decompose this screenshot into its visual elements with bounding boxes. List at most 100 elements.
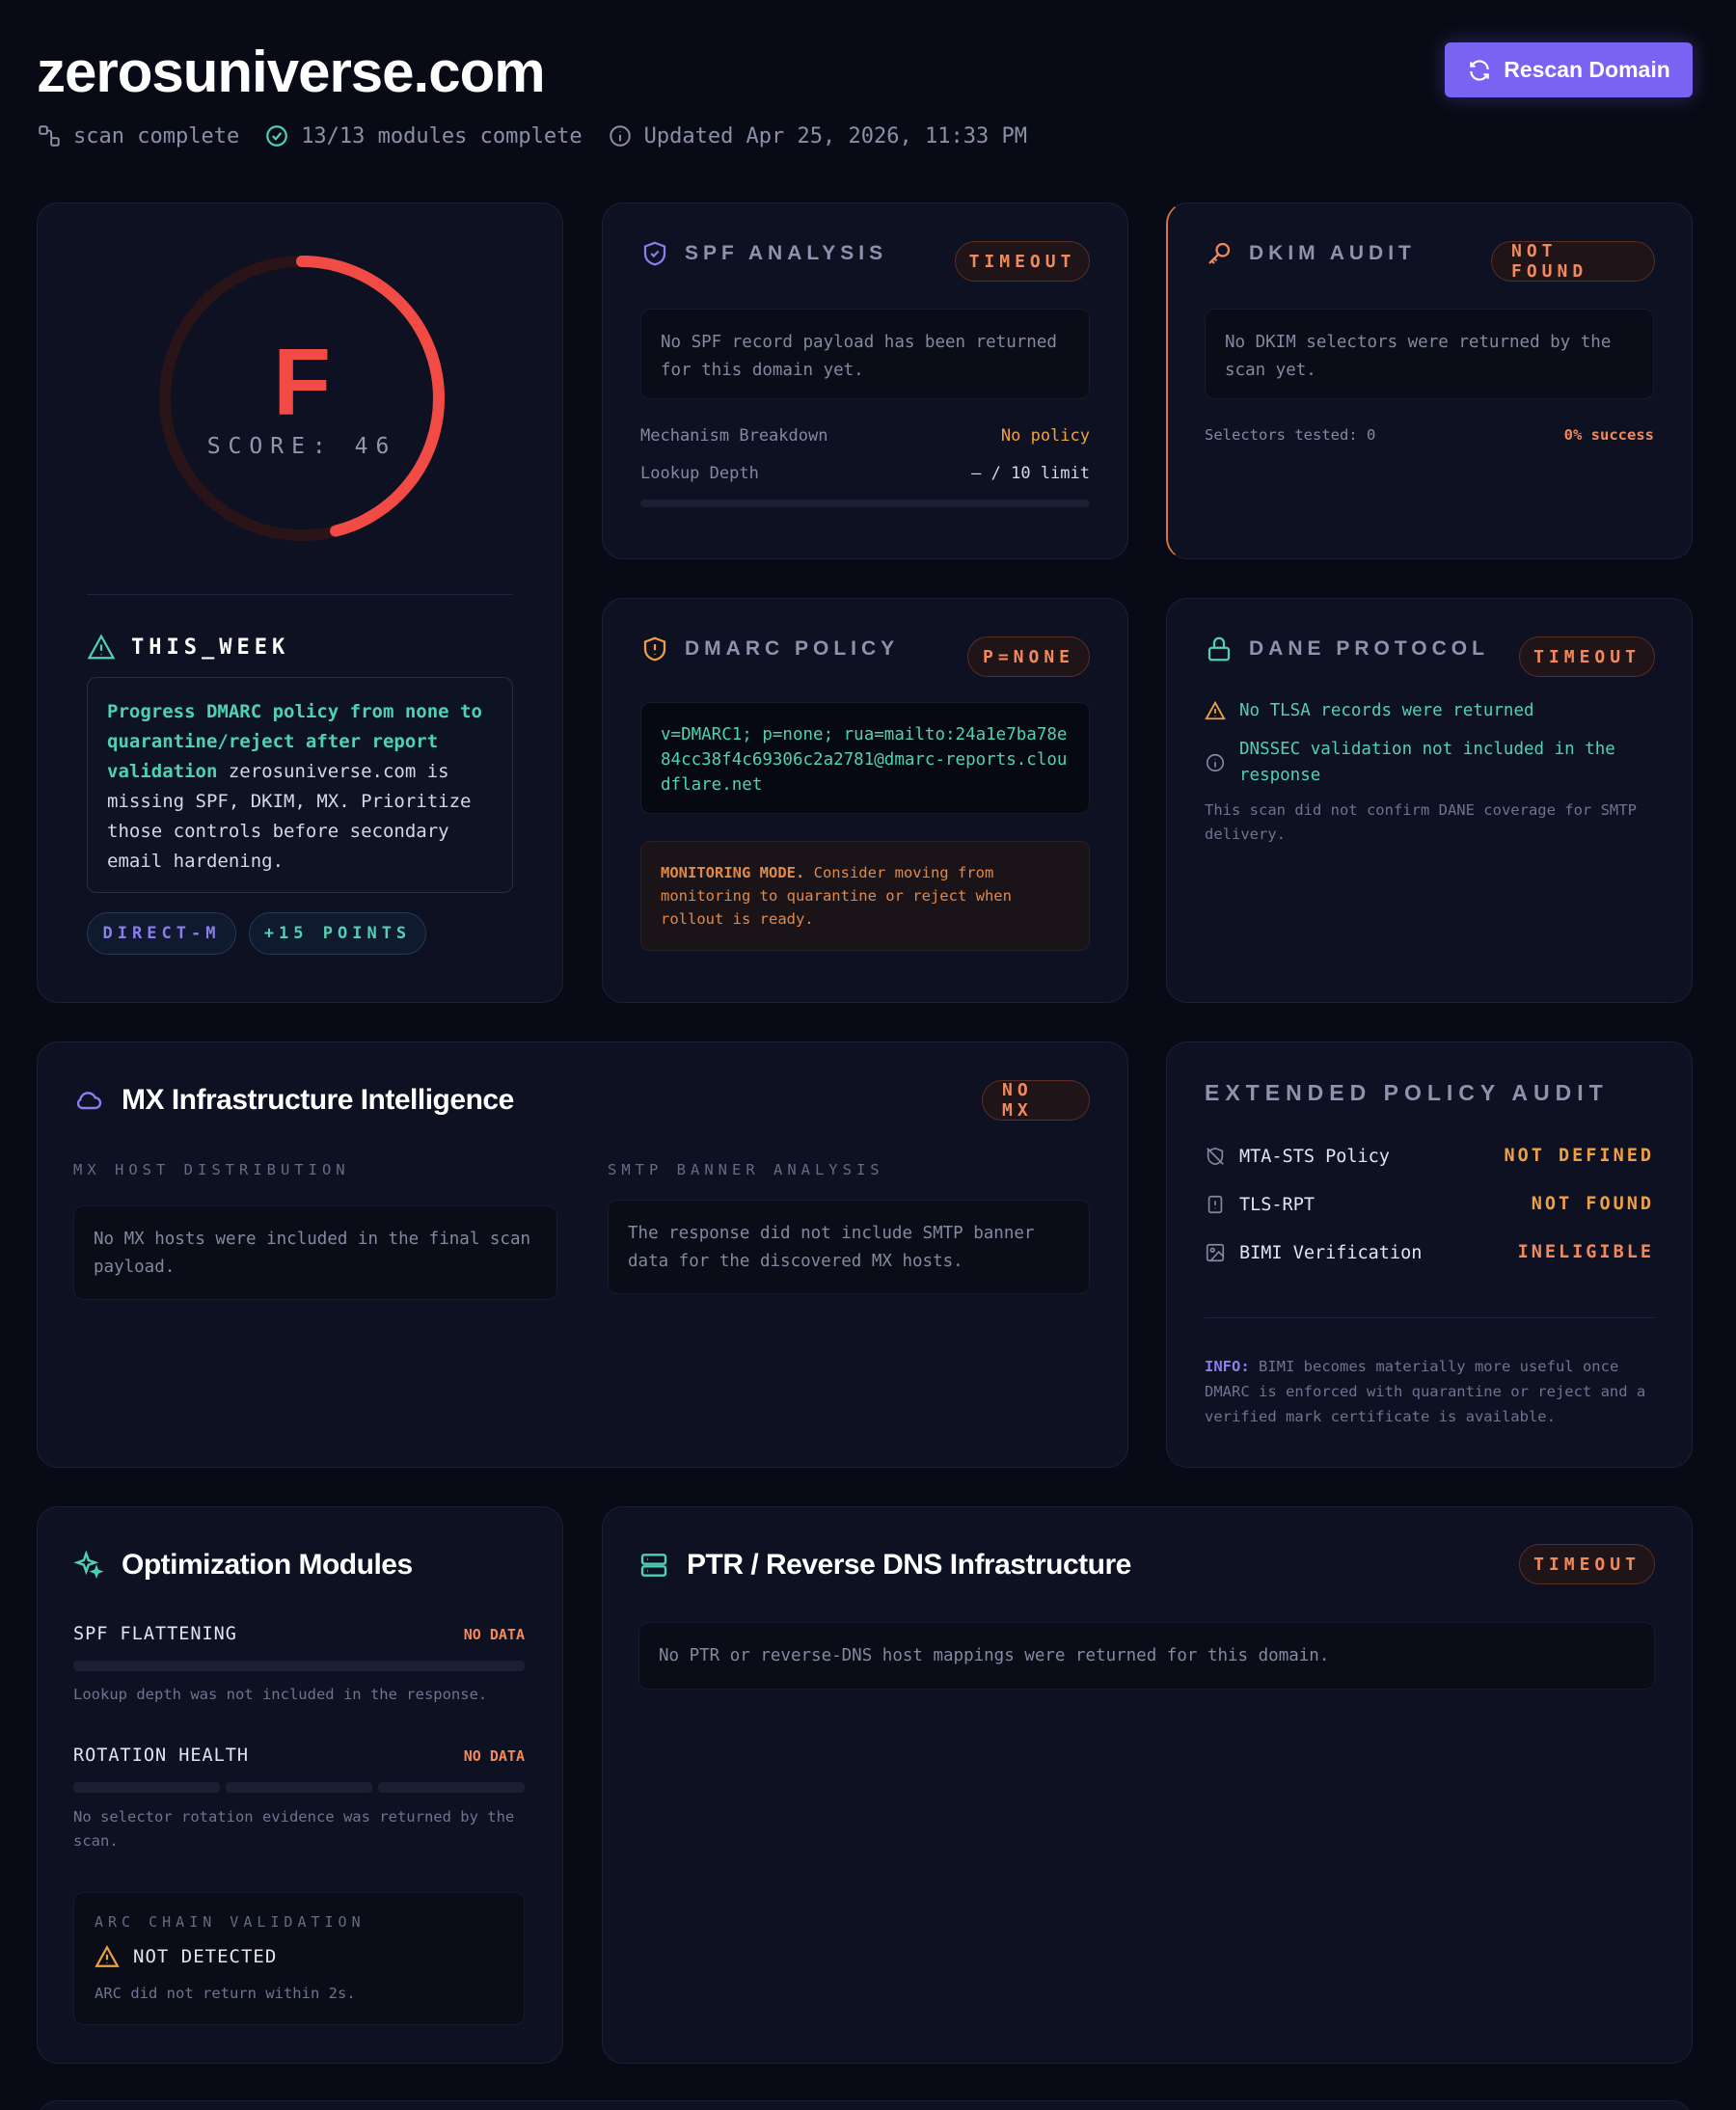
rotation-health-label: ROTATION HEALTH bbox=[73, 1745, 250, 1766]
tls-rpt-value: NOT FOUND bbox=[1531, 1194, 1654, 1214]
rotation-bar-1 bbox=[73, 1782, 220, 1793]
dkim-success: 0% success bbox=[1563, 426, 1654, 444]
spf-mechanism-value: No policy bbox=[1000, 426, 1090, 446]
dkim-title: DKIM AUDIT bbox=[1249, 242, 1416, 264]
spf-lookup-row: Lookup Depth — / 10 limit bbox=[640, 464, 1090, 483]
modules-status-text: 13/13 modules complete bbox=[301, 123, 583, 149]
mx-header: MX Infrastructure Intelligence bbox=[73, 1084, 514, 1117]
cloud-icon bbox=[76, 1092, 102, 1110]
extended-item-tls-rpt: TLS-RPT NOT FOUND bbox=[1205, 1194, 1654, 1215]
this-week-header: THIS_WEEK bbox=[87, 633, 289, 662]
scan-meta: scan complete 13/13 modules complete Upd… bbox=[37, 123, 1027, 149]
spf-mechanism-row: Mechanism Breakdown No policy bbox=[640, 426, 1090, 446]
server-icon bbox=[640, 1554, 667, 1577]
mx-banner-label: SMTP BANNER ANALYSIS bbox=[608, 1161, 884, 1178]
spf-mechanism-label: Mechanism Breakdown bbox=[640, 426, 828, 446]
dane-title: DANE PROTOCOL bbox=[1249, 637, 1489, 660]
spf-lookup-label: Lookup Depth bbox=[640, 464, 759, 483]
modules-status: 13/13 modules complete bbox=[264, 123, 583, 149]
bimi-value: INELIGIBLE bbox=[1517, 1242, 1654, 1262]
nodes-icon bbox=[39, 125, 60, 147]
extended-item-bimi: BIMI Verification INELIGIBLE bbox=[1205, 1242, 1654, 1263]
arc-chain-label: ARC CHAIN VALIDATION bbox=[95, 1913, 366, 1931]
spf-header: SPF ANALYSIS bbox=[640, 239, 887, 268]
extended-item-mta-sts: MTA-STS Policy NOT DEFINED bbox=[1205, 1146, 1654, 1167]
spf-lookup-bar bbox=[640, 500, 1090, 507]
ptr-title: PTR / Reverse DNS Infrastructure bbox=[687, 1549, 1131, 1581]
refresh-icon bbox=[1470, 59, 1489, 81]
dane-note: This scan did not confirm DANE coverage … bbox=[1205, 801, 1637, 843]
dkim-header: DKIM AUDIT bbox=[1205, 239, 1416, 268]
optimization-header: Optimization Modules bbox=[73, 1549, 413, 1582]
spf-flattening-note: Lookup depth was not included in the res… bbox=[73, 1686, 488, 1703]
report-icon bbox=[1207, 1195, 1223, 1214]
dane-badge-text: TIMEOUT bbox=[1533, 646, 1641, 667]
extended-info-strong: INFO: bbox=[1205, 1358, 1250, 1375]
pill-points-label: +15 POINTS bbox=[263, 924, 412, 943]
shield-off-icon bbox=[1207, 1147, 1224, 1166]
rotation-bar-3 bbox=[378, 1782, 525, 1793]
rotation-health-value: NO DATA bbox=[463, 1746, 525, 1765]
mx-title: MX Infrastructure Intelligence bbox=[122, 1084, 514, 1116]
mta-sts-label-wrap: MTA-STS Policy bbox=[1205, 1146, 1390, 1167]
rescan-domain-button[interactable]: Rescan Domain bbox=[1445, 42, 1693, 97]
scan-status: scan complete bbox=[37, 123, 239, 149]
dane-line1: No TLSA records were returned bbox=[1205, 700, 1534, 721]
ptr-card bbox=[602, 1506, 1693, 2064]
dmarc-header: DMARC POLICY bbox=[640, 635, 899, 663]
extended-info-text: BIMI becomes materially more useful once… bbox=[1205, 1358, 1646, 1425]
this-week-title: THIS_WEEK bbox=[131, 635, 290, 660]
score-label: SCORE: 46 bbox=[206, 434, 397, 459]
updated-status: Updated Apr 25, 2026, 11:33 PM bbox=[608, 123, 1027, 149]
pill-direct: DIRECT-M bbox=[87, 912, 236, 955]
extended-title: EXTENDED POLICY AUDIT bbox=[1205, 1080, 1609, 1105]
spf-message: No SPF record payload has been returned … bbox=[640, 309, 1090, 399]
pill-points: +15 POINTS bbox=[249, 912, 426, 955]
grade-letter: F bbox=[273, 329, 331, 435]
bimi-label: BIMI Verification bbox=[1239, 1242, 1423, 1263]
tls-rpt-label-wrap: TLS-RPT bbox=[1205, 1194, 1315, 1215]
page-title: zerosuniverse.com bbox=[37, 40, 546, 104]
dkim-message: No DKIM selectors were returned by the s… bbox=[1205, 309, 1654, 399]
dmarc-record: v=DMARC1; p=none; rua=mailto:24a1e7ba78e… bbox=[640, 702, 1090, 814]
mx-dist-message: No MX hosts were included in the final s… bbox=[73, 1205, 557, 1300]
dane-line2: DNSSEC validation not included in the re… bbox=[1205, 737, 1658, 789]
spf-badge-text: TIMEOUT bbox=[968, 251, 1076, 272]
dmarc-monitoring: MONITORING MODE. Consider moving from mo… bbox=[640, 841, 1090, 951]
image-icon bbox=[1206, 1243, 1225, 1262]
shield-icon bbox=[643, 241, 666, 266]
dmarc-record-text: v=DMARC1; p=none; rua=mailto:24a1e7ba78e… bbox=[661, 725, 1068, 795]
mx-badge-text: NO MX bbox=[1002, 1080, 1033, 1121]
dane-header: DANE PROTOCOL bbox=[1205, 635, 1489, 663]
warning-icon bbox=[95, 1945, 120, 1967]
shield-alert-icon bbox=[643, 636, 666, 662]
extended-header: EXTENDED POLICY AUDIT bbox=[1205, 1080, 1609, 1106]
mx-dist-label: MX HOST DISTRIBUTION bbox=[73, 1161, 350, 1178]
dkim-badge: NOT FOUND bbox=[1491, 241, 1655, 282]
mx-banner-message: The response did not include SMTP banner… bbox=[608, 1200, 1090, 1294]
rotation-health-row: ROTATION HEALTH NO DATA bbox=[73, 1745, 525, 1766]
spf-lookup-value: — / 10 limit bbox=[971, 464, 1090, 483]
bimi-label-wrap: BIMI Verification bbox=[1205, 1242, 1422, 1263]
warning-icon bbox=[87, 634, 116, 660]
ptr-header: PTR / Reverse DNS Infrastructure bbox=[638, 1549, 1131, 1582]
spf-flattening-label: SPF FLATTENING bbox=[73, 1624, 237, 1644]
ptr-message: No PTR or reverse-DNS host mappings were… bbox=[638, 1622, 1655, 1690]
rotation-health-note: No selector rotation evidence was return… bbox=[73, 1808, 515, 1850]
spf-badge: TIMEOUT bbox=[955, 241, 1090, 282]
dkim-stats-row: Selectors tested: 0 0% success bbox=[1205, 426, 1654, 444]
info-icon bbox=[609, 125, 631, 147]
spf-flattening-row: SPF FLATTENING NO DATA bbox=[73, 1624, 525, 1644]
arc-chain-status: NOT DETECTED bbox=[95, 1944, 277, 1969]
scan-status-text: scan complete bbox=[73, 123, 240, 149]
dkim-badge-text: NOT FOUND bbox=[1511, 241, 1588, 282]
spf-title: SPF ANALYSIS bbox=[685, 242, 888, 264]
dane-line1-text: No TLSA records were returned bbox=[1239, 701, 1534, 720]
lock-icon bbox=[1207, 636, 1231, 662]
check-circle-icon bbox=[266, 125, 288, 147]
extended-divider bbox=[1205, 1317, 1654, 1318]
dmarc-monitor-strong: MONITORING MODE. bbox=[661, 864, 805, 881]
dane-badge: TIMEOUT bbox=[1519, 636, 1655, 677]
ptr-badge: TIMEOUT bbox=[1519, 1544, 1655, 1584]
updated-text: Updated Apr 25, 2026, 11:33 PM bbox=[643, 123, 1027, 149]
